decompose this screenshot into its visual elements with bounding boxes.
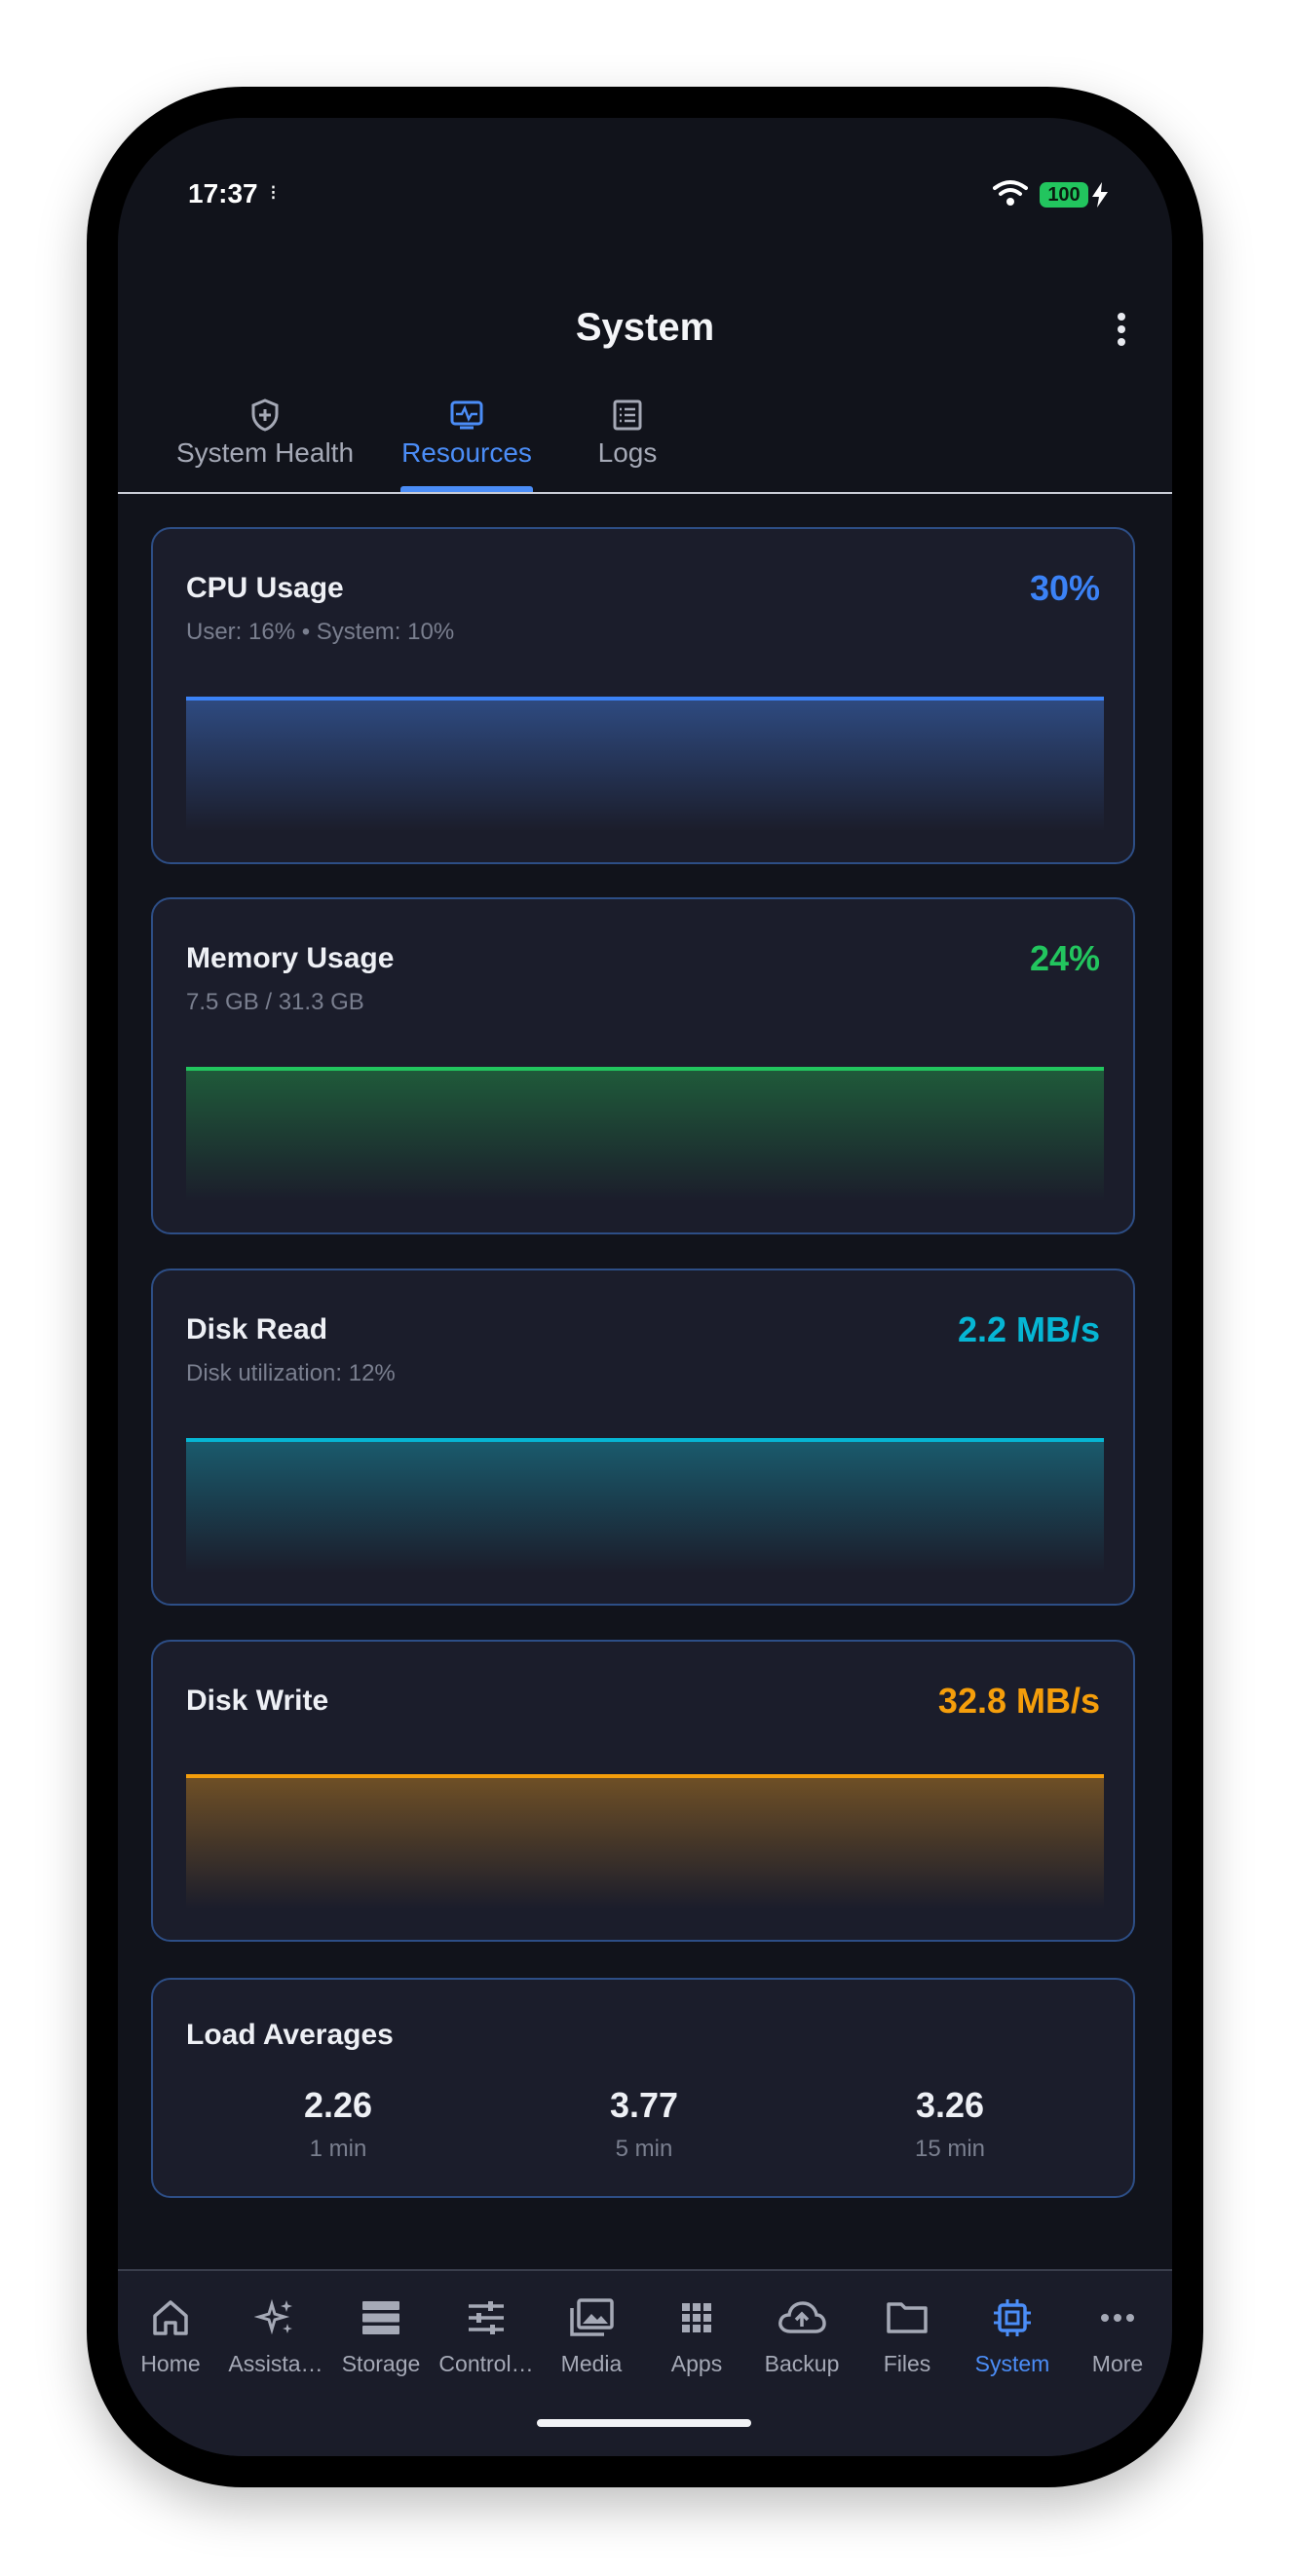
storage-icon <box>362 2301 399 2334</box>
tab-divider <box>118 492 1172 494</box>
memory-usage-value: 24% <box>1029 938 1100 978</box>
load-average-5min: 3.77 5 min <box>547 2085 741 2163</box>
battery-indicator: 100 <box>1040 182 1088 208</box>
cpu-usage-value: 30% <box>1029 568 1100 608</box>
load-value: 3.26 <box>915 2085 985 2125</box>
disk-write-value: 32.8 MB/s <box>937 1681 1100 1721</box>
status-time: 17:37 <box>188 178 258 208</box>
cloud-upload-icon <box>778 2301 826 2333</box>
charging-icon <box>1092 182 1108 208</box>
monitor-pulse-icon <box>450 400 483 430</box>
card-subtitle: 7.5 GB / 31.3 GB <box>186 989 364 1015</box>
disk-read-graph <box>186 1438 1104 1572</box>
tab-label: System Health <box>175 437 355 468</box>
nav-item-media[interactable]: Media <box>543 2294 640 2377</box>
load-averages-card[interactable]: Load Averages 2.26 1 min 3.77 5 min 3.26… <box>151 1978 1135 2198</box>
cpu-usage-card[interactable]: CPU Usage 30% User: 16% • System: 10% <box>151 527 1135 864</box>
more-dots-icon <box>1101 2314 1134 2322</box>
disk-read-value: 2.2 MB/s <box>957 1309 1100 1349</box>
page-title: System <box>575 306 715 349</box>
media-icon <box>570 2298 614 2336</box>
tab-system-health[interactable]: System Health <box>151 398 379 469</box>
memory-usage-card[interactable]: Memory Usage 24% 7.5 GB / 31.3 GB <box>151 897 1135 1234</box>
screen: 17:37 ⁝ 100 System System Health Resourc… <box>118 118 1172 2456</box>
folder-icon <box>887 2302 928 2333</box>
load-label: 5 min <box>615 2136 673 2162</box>
nav-item-files[interactable]: Files <box>858 2294 956 2377</box>
shield-plus-icon <box>251 398 279 432</box>
card-title: Load Averages <box>186 2019 394 2051</box>
disk-read-card[interactable]: Disk Read 2.2 MB/s Disk utilization: 12% <box>151 1269 1135 1606</box>
load-average-15min: 3.26 15 min <box>853 2085 1047 2163</box>
nav-item-home[interactable]: Home <box>122 2294 219 2377</box>
apps-grid-icon <box>682 2303 711 2332</box>
notification-icon: ⁝ <box>270 180 277 205</box>
home-icon <box>153 2300 188 2335</box>
disk-write-graph <box>186 1774 1104 1909</box>
nav-item-assistant[interactable]: Assista… <box>227 2294 324 2377</box>
load-label: 15 min <box>914 2136 986 2162</box>
bottom-nav: Home Assista… Storage Control… Media App… <box>118 2271 1172 2456</box>
sparkles-icon <box>254 2298 292 2335</box>
tab-resources[interactable]: Resources <box>400 398 533 469</box>
cpu-usage-graph <box>186 697 1104 831</box>
card-title: Memory Usage <box>186 942 395 974</box>
tab-label: Resources <box>401 437 532 468</box>
load-label: 1 min <box>309 2136 367 2162</box>
list-doc-icon <box>613 399 642 431</box>
card-subtitle: User: 16% • System: 10% <box>186 619 455 645</box>
tab-label: Logs <box>597 437 658 468</box>
home-indicator[interactable] <box>537 2419 751 2427</box>
nav-item-apps[interactable]: Apps <box>648 2294 745 2377</box>
memory-usage-graph <box>186 1067 1104 1201</box>
chip-icon <box>994 2299 1031 2336</box>
disk-write-card[interactable]: Disk Write 32.8 MB/s <box>151 1640 1135 1942</box>
load-value: 3.77 <box>609 2085 679 2125</box>
nav-item-backup[interactable]: Backup <box>753 2294 851 2377</box>
sliders-icon <box>469 2301 504 2334</box>
nav-item-more[interactable]: More <box>1069 2294 1166 2377</box>
overflow-menu-button[interactable] <box>1112 313 1131 352</box>
wifi-icon <box>993 180 1028 206</box>
card-title: Disk Write <box>186 1685 329 1717</box>
card-title: CPU Usage <box>186 572 344 604</box>
load-average-1min: 2.26 1 min <box>241 2085 436 2163</box>
nav-item-control[interactable]: Control… <box>437 2294 535 2377</box>
card-subtitle: Disk utilization: 12% <box>186 1360 396 1386</box>
tab-logs[interactable]: Logs <box>574 398 681 469</box>
nav-item-storage[interactable]: Storage <box>332 2294 430 2377</box>
nav-item-system[interactable]: System <box>964 2294 1061 2377</box>
load-value: 2.26 <box>303 2085 373 2125</box>
card-title: Disk Read <box>186 1313 328 1345</box>
